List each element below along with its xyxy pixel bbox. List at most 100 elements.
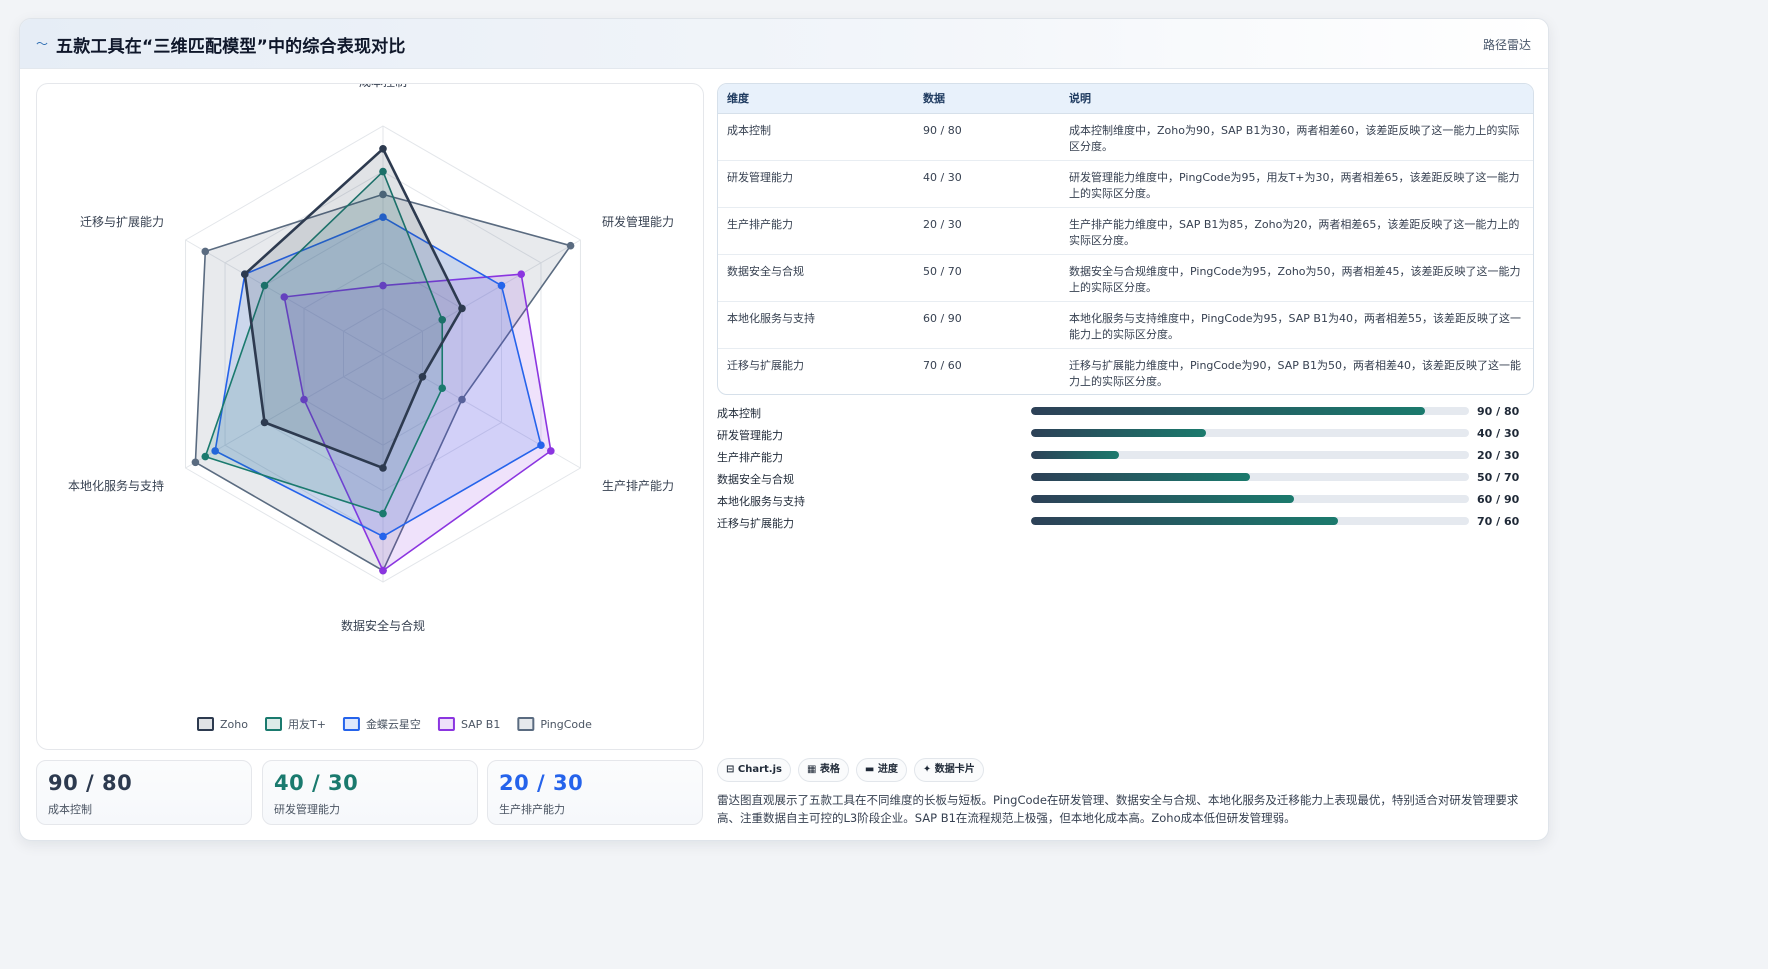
- table-cell: 40 / 30: [914, 160, 1060, 208]
- tag-chip[interactable]: ⊟ Chart.js: [717, 758, 791, 782]
- table-cell: 本地化服务与支持维度中，PingCode为95，SAP B1为40，两者相差55…: [1060, 301, 1533, 349]
- legend-label: 金蝶云星空: [366, 717, 421, 731]
- radar-point: [438, 384, 447, 393]
- stat-label: 生产排产能力: [499, 803, 565, 816]
- radar-point: [458, 304, 466, 313]
- progress-value: 20 / 30: [1477, 449, 1520, 462]
- progress-track: [1031, 517, 1469, 525]
- table-cell: 成本控制: [718, 113, 914, 161]
- progress-fill: [1031, 407, 1426, 415]
- tag-chip[interactable]: ✦ 数据卡片: [913, 758, 984, 782]
- legend-swatch: [197, 717, 214, 731]
- progress-value: 40 / 30: [1477, 427, 1520, 440]
- table-row: 数据安全与合规 50 / 70 数据安全与合规维度中，PingCode为95，Z…: [718, 254, 1533, 302]
- tag-chip-label: Chart.js: [737, 764, 782, 775]
- progress-value: 60 / 90: [1477, 493, 1520, 506]
- radar-axis-label: 成本控制: [359, 84, 407, 89]
- wave-icon: 〜: [36, 37, 49, 51]
- radar-point: [379, 532, 387, 541]
- radar-axis-label: 生产排产能力: [602, 479, 674, 493]
- progress-fill: [1031, 429, 1207, 437]
- radar-point: [201, 452, 210, 461]
- stat-value: 40 / 30: [274, 771, 359, 795]
- table-cell: 20 / 30: [914, 207, 1060, 255]
- progress-track: [1031, 451, 1469, 459]
- progress-fill: [1031, 473, 1250, 481]
- progress-row: 迁移与扩展能力 70 / 60: [717, 511, 1534, 533]
- radar-point: [566, 241, 575, 250]
- header-bar: 〜 五款工具在“三维匹配模型”中的综合表现对比 路径雷达: [20, 19, 1548, 69]
- table-cell: 研发管理能力: [718, 160, 914, 208]
- tag-chip[interactable]: ▬ 进度: [855, 758, 907, 782]
- radar-point: [537, 441, 545, 450]
- radar-point: [379, 145, 387, 153]
- stat-card-2: 40 / 30 研发管理能力: [262, 760, 478, 825]
- legend-swatch: [342, 717, 360, 731]
- radar-point: [517, 270, 526, 278]
- progress-track: [1031, 473, 1469, 481]
- stat-card-1: 90 / 80 成本控制: [36, 760, 252, 825]
- summary-text: 雷达图直观展示了五款工具在不同维度的长板与短板。PingCode在研发管理、数据…: [717, 793, 1519, 825]
- radar-point: [379, 509, 387, 518]
- progress-row: 本地化服务与支持 60 / 90: [717, 489, 1534, 511]
- radar-axis-label: 迁移与扩展能力: [80, 215, 164, 229]
- table-row: 迁移与扩展能力 70 / 60 迁移与扩展能力维度中，PingCode为90，S…: [718, 348, 1533, 394]
- progress-track: [1031, 495, 1469, 503]
- table-cell: 60 / 90: [914, 301, 1060, 349]
- legend-label: PingCode: [540, 718, 592, 731]
- table-row: 生产排产能力 20 / 30 生产排产能力维度中，SAP B1为85，Zoho为…: [718, 207, 1533, 255]
- column-header: 数据: [914, 84, 1060, 114]
- radar-axis-label: 研发管理能力: [602, 214, 674, 229]
- progress-track: [1031, 407, 1469, 415]
- table-cell: 数据安全与合规: [718, 254, 914, 302]
- stat-label: 成本控制: [48, 803, 92, 816]
- table-cell: 生产排产能力: [718, 207, 914, 255]
- tag-chip[interactable]: ▦ 表格: [797, 758, 849, 782]
- radar-point: [260, 418, 269, 427]
- progress-row: 数据安全与合规 50 / 70: [717, 467, 1534, 489]
- legend-label: 用友T+: [288, 717, 326, 731]
- table-row: 研发管理能力 40 / 30 研发管理能力维度中，PingCode为95，用友T…: [718, 160, 1533, 208]
- progress-label: 成本控制: [717, 407, 761, 420]
- table-cell: 迁移与扩展能力: [727, 358, 804, 372]
- table-cell: 数据安全与合规维度中，PingCode为95，Zoho为50，两者相差45，该差…: [1060, 254, 1533, 302]
- tag-chip-label: 进度: [877, 764, 898, 775]
- radar-point: [418, 373, 427, 381]
- progress-row: 成本控制 90 / 80: [717, 401, 1534, 423]
- radar-point: [547, 447, 555, 455]
- legend-swatch: [517, 717, 535, 731]
- data-table: 维度 数据 说明 成本控制 90 / 80 成本控制维度中，Zoho为90，SA…: [717, 83, 1534, 395]
- progress-track: [1031, 429, 1469, 437]
- stat-value: 90 / 80: [48, 771, 133, 795]
- column-header: 说明: [1060, 84, 1533, 114]
- radar-point: [379, 464, 387, 472]
- progress-fill: [1031, 517, 1338, 525]
- radar-point: [240, 270, 249, 278]
- page-title: 五款工具在“三维匹配模型”中的综合表现对比: [56, 37, 406, 57]
- progress-value: 70 / 60: [1477, 515, 1520, 528]
- table-cell: 迁移与扩展能力维度中，PingCode为90，SAP B1为50，两者相差40，…: [1069, 358, 1521, 388]
- stat-value: 20 / 30: [499, 771, 584, 795]
- column-header: 维度: [718, 84, 914, 114]
- table-cell: 生产排产能力维度中，SAP B1为85，Zoho为20，两者相差65，该差距反映…: [1060, 207, 1533, 255]
- legend-label: SAP B1: [461, 718, 500, 731]
- tag-chip-label: 数据卡片: [934, 764, 975, 775]
- progress-value: 50 / 70: [1477, 471, 1520, 484]
- tag-chip-list: ⊟ Chart.js ▦ 表格 ▬ 进度 ✦ 数据卡片: [717, 757, 991, 782]
- progress-list: 成本控制 90 / 80 研发管理能力 40 / 30 生产排产能力 20 / 30 数据安…: [717, 401, 1534, 533]
- progress-row: 生产排产能力 20 / 30: [717, 445, 1534, 467]
- table-cell: 研发管理能力维度中，PingCode为95，用友T+为30，两者相差65，该差距…: [1060, 160, 1533, 208]
- progress-fill: [1031, 451, 1119, 459]
- radar-axis-label: 数据安全与合规: [341, 618, 425, 633]
- table-cell: 70 / 60: [923, 358, 962, 372]
- radar-axis-label: 本地化服务与支持: [68, 478, 164, 493]
- table-cell: 成本控制维度中，Zoho为90，SAP B1为30，两者相差60，该差距反映了这…: [1060, 113, 1533, 161]
- progress-row: 研发管理能力 40 / 30: [717, 423, 1534, 445]
- progress-value: 90 / 80: [1477, 405, 1520, 418]
- table-row: 本地化服务与支持 60 / 90 本地化服务与支持维度中，PingCode为95…: [718, 301, 1533, 349]
- table-icon: ▦: [806, 764, 820, 775]
- progress-label: 迁移与扩展能力: [717, 517, 794, 530]
- table-row: 成本控制 90 / 80 成本控制维度中，Zoho为90，SAP B1为30，两…: [718, 113, 1533, 161]
- stat-label: 研发管理能力: [274, 803, 340, 816]
- radar-chart-panel: 成本控制研发管理能力生产排产能力数据安全与合规 本地化服务与支持 迁移与扩展能力 Zo…: [36, 83, 704, 750]
